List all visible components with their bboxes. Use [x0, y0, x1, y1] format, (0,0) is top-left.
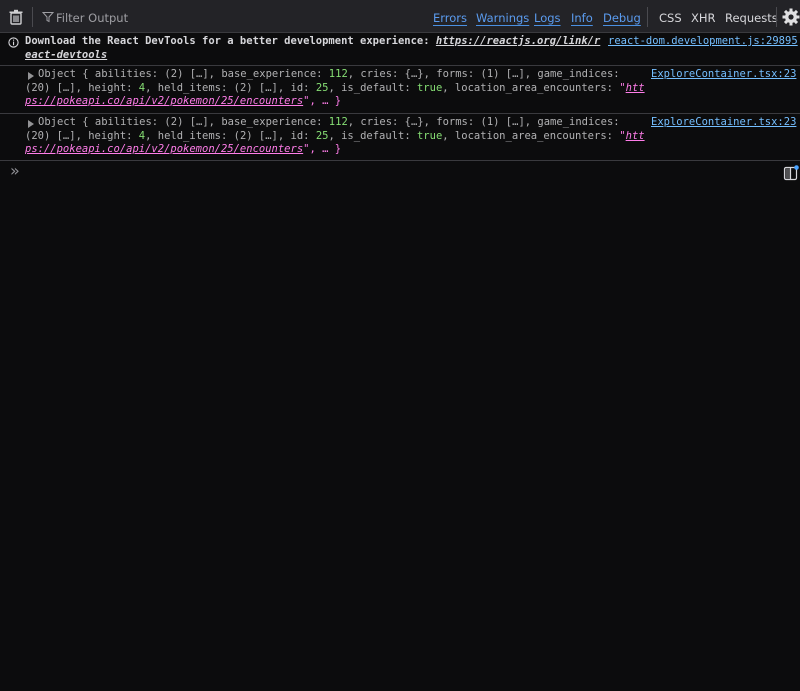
console-input-area[interactable]: » [0, 161, 800, 691]
source-location-link[interactable]: react-dom.development.js:29895 [608, 35, 798, 49]
filter-css-button[interactable]: CSS [659, 11, 682, 25]
filter-info-button[interactable]: Info [571, 11, 593, 25]
console-toolbar: Filter Output Errors Warnings Logs Info … [0, 0, 800, 33]
console-message-log: Object { abilities: (2) […], base_experi… [0, 114, 800, 161]
object-preview-line-2: (20) […], height: 4, held_items: (2) […]… [25, 82, 645, 96]
object-line-1: Object { abilities: (2) […], base_experi… [38, 68, 620, 80]
filter-placeholder: Filter Output [56, 11, 129, 25]
object-preview[interactable]: Object { abilities: (2) […], base_experi… [38, 68, 620, 82]
source-location-link[interactable]: ExploreContainer.tsx:23 [651, 116, 796, 130]
message-link[interactable]: https://reactjs.org/link/r [436, 35, 600, 47]
object-line-2: (20) […], height: 4, held_items: (2) […]… [25, 81, 645, 94]
object-line-2: (20) […], height: 4, held_items: (2) […]… [25, 129, 645, 142]
object-preview[interactable]: Object { abilities: (2) […], base_experi… [38, 116, 620, 130]
encounters-url-link[interactable]: htt [626, 82, 645, 94]
object-value-token: true [416, 81, 443, 94]
object-value-token: 25 [315, 81, 329, 94]
filter-xhr-button[interactable]: XHR [691, 11, 716, 25]
filter-logs-button[interactable]: Logs [534, 11, 561, 25]
toolbar-separator [32, 7, 33, 27]
console-settings-button[interactable] [782, 8, 800, 26]
toolbar-separator [776, 7, 777, 27]
filter-errors-button[interactable]: Errors [433, 11, 467, 25]
object-value-token: true [416, 129, 443, 142]
object-value-token: "htt [619, 129, 645, 142]
object-value-token: 25 [315, 129, 329, 142]
encounters-url-link[interactable]: ps://pokeapi.co/api/v2/pokemon/25/encoun… [25, 95, 303, 107]
message-text: Download the React DevTools for a better… [25, 35, 600, 62]
filter-output-input[interactable]: Filter Output [40, 10, 410, 26]
info-icon [8, 37, 19, 48]
object-line-3-tail: ", … } [303, 95, 342, 107]
filter-requests-button[interactable]: Requests [725, 11, 778, 25]
object-preview-line-3: ps://pokeapi.co/api/v2/pokemon/25/encoun… [25, 143, 341, 157]
message-prefix: Download the React DevTools for a better… [25, 35, 436, 47]
clear-console-button[interactable] [8, 9, 24, 25]
trash-icon [9, 9, 23, 25]
object-value-token: "htt [619, 81, 645, 94]
source-location-link[interactable]: ExploreContainer.tsx:23 [651, 68, 796, 82]
object-value-token: 112 [328, 116, 348, 128]
console-message-info: Download the React DevTools for a better… [0, 33, 800, 66]
object-line-1: Object { abilities: (2) […], base_experi… [38, 116, 620, 128]
message-link-continued[interactable]: eact-devtools [25, 49, 107, 61]
encounters-url-link[interactable]: htt [626, 130, 645, 142]
encounters-url-link[interactable]: ps://pokeapi.co/api/v2/pokemon/25/encoun… [25, 143, 303, 155]
object-value-token: 112 [328, 68, 348, 80]
toolbar-separator [647, 7, 648, 27]
console-message-log: Object { abilities: (2) […], base_experi… [0, 66, 800, 114]
object-value-token: 4 [138, 81, 146, 94]
filter-warnings-button[interactable]: Warnings [476, 11, 529, 25]
filter-debug-button[interactable]: Debug [603, 11, 641, 25]
funnel-icon [42, 12, 54, 23]
object-preview-line-3: ps://pokeapi.co/api/v2/pokemon/25/encoun… [25, 95, 341, 109]
split-console-toggle-button[interactable] [783, 165, 799, 181]
gear-icon [782, 8, 800, 26]
object-preview-line-2: (20) […], height: 4, held_items: (2) […]… [25, 130, 645, 144]
object-line-3-tail: ", … } [303, 143, 342, 155]
sidebar-toggle-icon [783, 165, 799, 181]
object-value-token: 4 [138, 129, 146, 142]
prompt-chevron-icon: » [10, 161, 20, 180]
